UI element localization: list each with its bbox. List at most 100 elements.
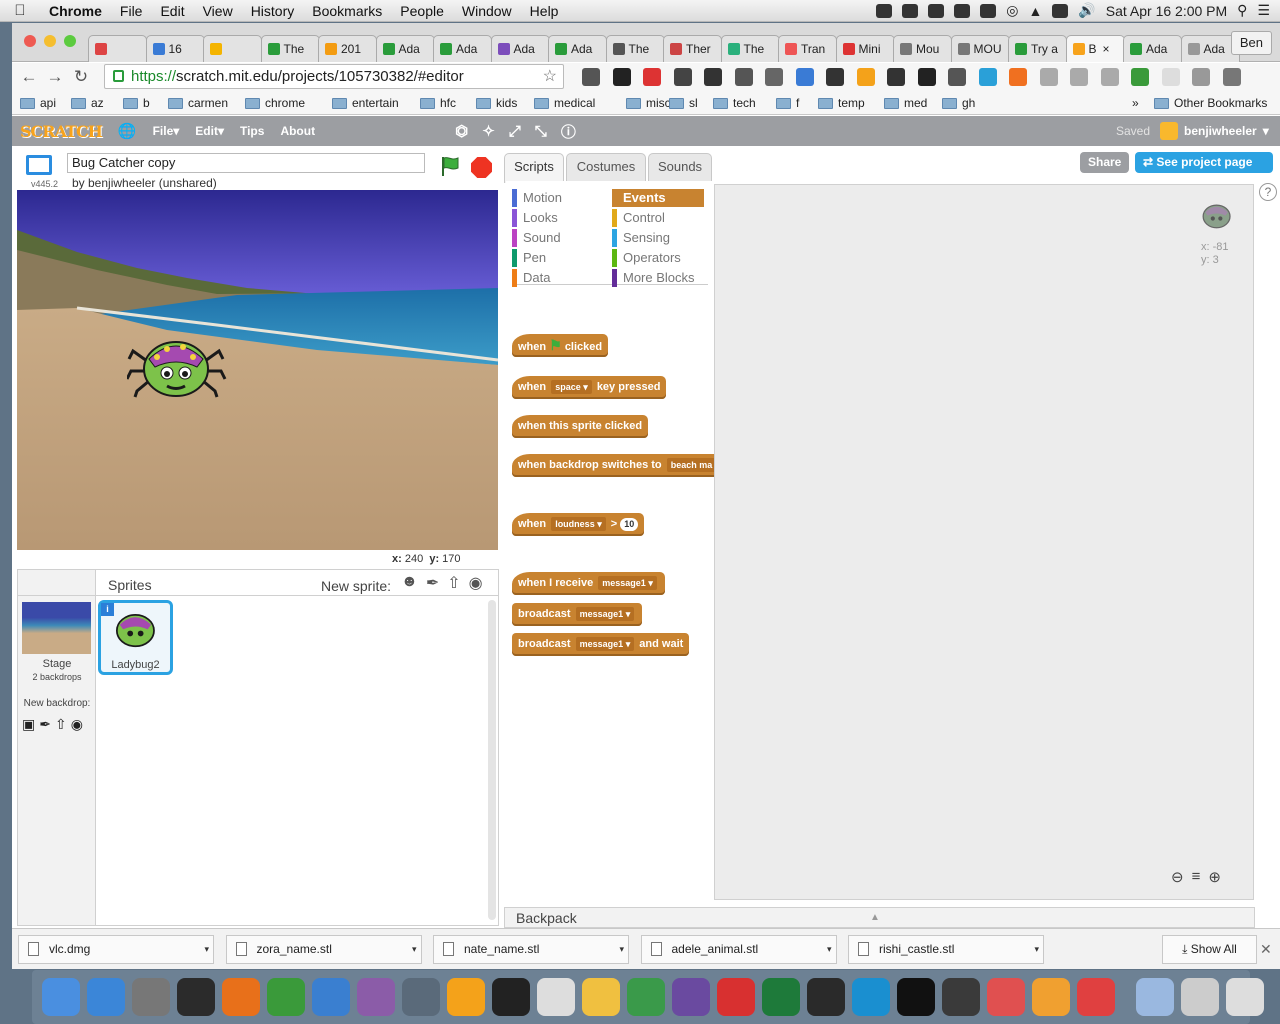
bookmark-item[interactable]: tech [713, 96, 756, 110]
l-icon[interactable] [1192, 68, 1210, 86]
app-icon[interactable] [987, 978, 1025, 1016]
tab-scripts[interactable]: Scripts [504, 153, 564, 183]
category-sensing[interactable]: Sensing [612, 229, 704, 247]
extension-badge-icon[interactable] [643, 68, 661, 86]
browser-tab[interactable]: MOU [950, 35, 1010, 62]
reader-icon[interactable] [582, 68, 600, 86]
activity-monitor-icon[interactable] [177, 978, 215, 1016]
spotlight-icon[interactable]: ⚲ [1237, 2, 1247, 19]
upload-backdrop-icon[interactable]: ⇧ [55, 716, 67, 733]
category-control[interactable]: Control [612, 209, 704, 227]
duplicate-tool-icon[interactable]: ⏣ [455, 122, 468, 140]
forward-icon[interactable]: → [42, 67, 68, 87]
camera-sprite-icon[interactable]: ◉ [469, 573, 483, 593]
browser-tab[interactable]: The [260, 35, 320, 62]
paint-sprite-icon[interactable]: ✒ [426, 573, 439, 593]
zoom-window-button[interactable] [64, 35, 76, 47]
dropbox-icon[interactable] [902, 3, 919, 18]
terminal-icon[interactable] [492, 978, 530, 1016]
menu-file[interactable]: File [111, 3, 152, 19]
firefox-icon[interactable] [222, 978, 260, 1016]
category-events[interactable]: Events [612, 189, 704, 207]
download-item[interactable]: vlc.dmg ▾ [18, 935, 214, 964]
browser-tab[interactable]: Mou [893, 35, 952, 62]
backdrop-dropdown[interactable]: beach ma [666, 458, 714, 472]
minimize-window-button[interactable] [44, 35, 56, 47]
globe-icon[interactable]: 🌐 [118, 122, 137, 140]
clock[interactable]: Sat Apr 16 2:00 PM [1106, 3, 1227, 19]
bookmark-item[interactable]: api [20, 96, 56, 110]
bookmark-item[interactable]: entertain [332, 96, 399, 110]
bookmark-item[interactable]: chrome [245, 96, 305, 110]
ladybug-sprite[interactable] [127, 337, 227, 399]
menu-history[interactable]: History [242, 3, 304, 19]
address-bar[interactable]: https://scratch.mit.edu/projects/1057303… [104, 64, 564, 89]
stage-thumbnail[interactable] [22, 602, 91, 654]
category-motion[interactable]: Motion [512, 189, 604, 207]
sprite-tile-ladybug2[interactable]: i Ladybug2 [98, 600, 173, 675]
system-preferences-icon[interactable] [132, 978, 170, 1016]
reload-icon[interactable]: ↻ [68, 67, 94, 87]
backpack-panel[interactable]: Backpack ▲ [504, 907, 1255, 928]
stage-canvas[interactable] [17, 190, 498, 550]
key-dropdown[interactable]: space ▾ [551, 380, 592, 394]
square-icon[interactable] [917, 68, 936, 86]
app-icon[interactable] [1077, 978, 1115, 1016]
browser-tab[interactable]: Ada [548, 35, 607, 62]
search-icon[interactable] [1039, 68, 1058, 86]
browser-tab[interactable]: Ther [663, 35, 722, 62]
bookmark-item[interactable]: temp [818, 96, 865, 110]
refresh-icon[interactable] [948, 68, 966, 86]
browser-tab[interactable]: The [605, 35, 665, 62]
browser-tab[interactable]: Try a [1008, 35, 1067, 62]
browser-tab[interactable]: Ada [375, 35, 435, 62]
stop-icon[interactable] [471, 157, 492, 178]
download-item[interactable]: adele_animal.stl ▾ [640, 935, 837, 964]
browser-tab[interactable]: Tran [778, 35, 837, 62]
block-when-loudness[interactable]: when loudness ▾ > 10 [512, 513, 645, 536]
scratch-menu-tips[interactable]: Tips [240, 124, 264, 138]
browser-tab[interactable]: 201 [318, 35, 377, 62]
sublime-text-icon[interactable] [447, 978, 485, 1016]
bookmark-item[interactable]: b [123, 96, 150, 110]
menu-bookmarks[interactable]: Bookmarks [303, 3, 391, 19]
wifi-icon[interactable]: ◎ [1006, 2, 1018, 19]
menu-help[interactable]: Help [521, 3, 568, 19]
menu-app-name[interactable]: Chrome [40, 3, 111, 19]
app-store-icon[interactable] [87, 978, 125, 1016]
scratch-logo[interactable]: SCRATCH [20, 122, 103, 141]
chart-icon[interactable] [795, 68, 814, 86]
drive-icon[interactable] [928, 3, 945, 18]
s-icon[interactable] [887, 68, 905, 86]
other-bookmarks[interactable]: Other Bookmarks [1154, 96, 1267, 110]
menu-people[interactable]: People [391, 3, 453, 19]
message-dropdown[interactable]: message1 ▾ [575, 607, 635, 621]
zoom-out-icon[interactable]: ⊖ [1171, 868, 1184, 886]
sonos-icon[interactable] [897, 978, 935, 1016]
evernote-icon[interactable] [627, 978, 665, 1016]
photos-icon[interactable] [1032, 978, 1070, 1016]
help-tool-icon[interactable]: ⓘ [561, 121, 576, 142]
share-button[interactable]: Share [1080, 152, 1130, 173]
category-operators[interactable]: Operators [612, 249, 704, 267]
bookmark-item[interactable]: f [776, 96, 799, 110]
pocket-icon[interactable] [734, 68, 753, 86]
fullscreen-icon[interactable] [26, 155, 52, 175]
expand-arrow-icon[interactable]: ▲ [870, 908, 880, 928]
sensor-dropdown[interactable]: loudness ▾ [551, 517, 606, 531]
app-icon[interactable] [357, 978, 395, 1016]
notification-center-icon[interactable]: ☰ [1257, 2, 1270, 19]
help-icon[interactable]: ? [1259, 183, 1277, 201]
xcode-icon[interactable] [312, 978, 350, 1016]
download-item[interactable]: nate_name.stl ▾ [433, 935, 629, 964]
scratch-menu-about[interactable]: About [280, 124, 315, 138]
category-looks[interactable]: Looks [512, 209, 604, 227]
browser-tab[interactable]: B × [1065, 35, 1125, 62]
download-menu-arrow[interactable]: ▾ [204, 936, 209, 963]
scratch-menu-edit[interactable]: Edit▾ [195, 124, 224, 138]
category-more-blocks[interactable]: More Blocks [612, 269, 704, 287]
soccer-icon[interactable] [704, 68, 722, 86]
block-broadcast-and-wait[interactable]: broadcast message1 ▾ and wait [512, 633, 690, 656]
menu-edit[interactable]: Edit [151, 3, 193, 19]
block-when-flag-clicked[interactable]: when ⚑ clicked [512, 334, 609, 357]
